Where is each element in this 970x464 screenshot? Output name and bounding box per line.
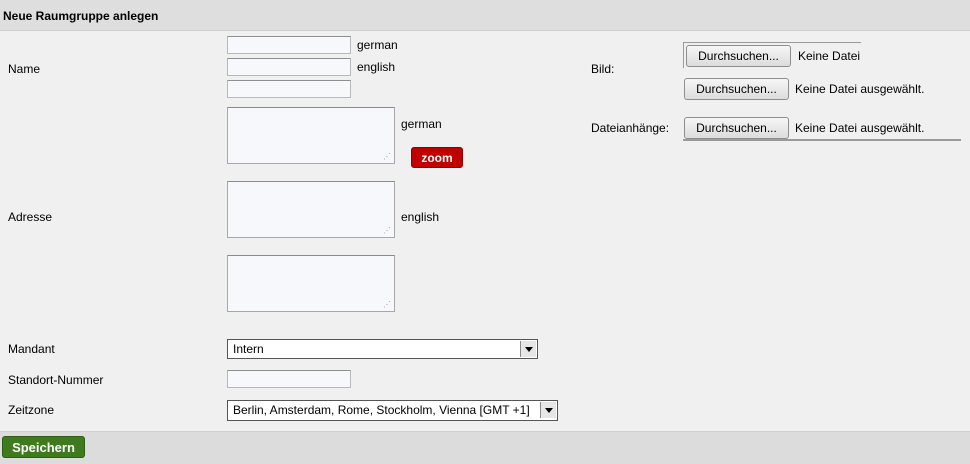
address-lang-english: english [401,210,440,224]
attachments-file-status: Keine Datei ausgewählt. [795,121,925,135]
name-input-english[interactable] [227,58,351,76]
client-label: Mandant [8,342,55,356]
address-label: Adresse [8,210,53,224]
image-upload-frame: Durchsuchen... Keine Datei [683,42,861,68]
zoom-button[interactable]: zoom [411,147,463,168]
save-button[interactable]: Speichern [2,436,85,458]
image-file-status-2: Keine Datei ausgewählt. [795,82,925,96]
image-browse-button-2[interactable]: Durchsuchen... [684,78,789,100]
address-textarea-extra[interactable]: ⋰ [227,255,395,312]
client-select-value: Intern [233,342,264,356]
address-lang-german: german [401,117,442,131]
page-title: Neue Raumgruppe anlegen [3,9,159,23]
client-select[interactable]: Intern [227,339,538,359]
image-label: Bild: [591,62,615,76]
name-lang-english: english [357,60,396,74]
resize-grip-icon[interactable]: ⋰ [383,301,391,309]
resize-grip-icon[interactable]: ⋰ [383,227,391,235]
name-input-extra[interactable] [227,80,351,98]
chevron-down-icon[interactable] [540,402,556,418]
address-textarea-english[interactable]: ⋰ [227,181,395,238]
site-number-label: Standort-Nummer [8,373,104,387]
name-label: Name [8,62,41,76]
image-browse-button[interactable]: Durchsuchen... [686,45,791,67]
timezone-label: Zeitzone [8,403,55,417]
form-footer [0,431,970,464]
timezone-select[interactable]: Berlin, Amsterdam, Rome, Stockholm, Vien… [227,400,558,421]
chevron-down-icon[interactable] [520,341,536,357]
address-textarea-german[interactable]: ⋰ [227,107,395,164]
site-number-input[interactable] [227,370,351,388]
attachments-divider [683,139,961,141]
image-file-status: Keine Datei [798,49,861,63]
name-input-german[interactable] [227,36,351,54]
timezone-select-value: Berlin, Amsterdam, Rome, Stockholm, Vien… [233,403,530,417]
attachments-label: Dateianhänge: [591,121,670,135]
name-lang-german: german [357,38,398,52]
resize-grip-icon[interactable]: ⋰ [383,153,391,161]
attachments-browse-button[interactable]: Durchsuchen... [684,117,789,139]
